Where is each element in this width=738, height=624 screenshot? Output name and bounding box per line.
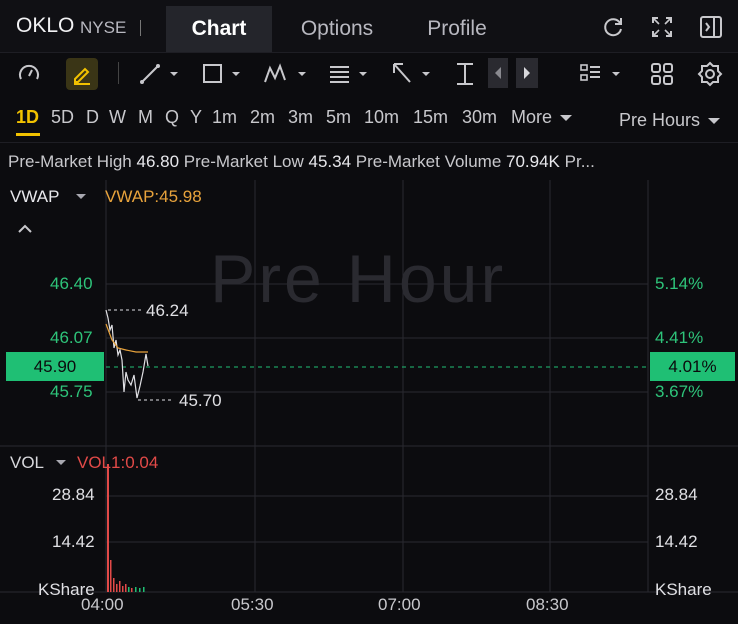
premarket-high-value: 46.80 <box>136 152 180 171</box>
price-line <box>105 309 149 399</box>
tab-profile[interactable]: Profile <box>408 6 506 52</box>
grid-icon[interactable] <box>649 61 675 87</box>
vwap-value: VWAP:45.98 <box>105 187 202 206</box>
volume-unit-label-right: KShare <box>655 580 712 599</box>
period-d[interactable]: D <box>86 107 99 128</box>
premarket-overflow: Pr... <box>564 152 595 171</box>
volume-axis-tick: 28.84 <box>52 485 95 504</box>
time-axis-tick: 04:00 <box>81 595 124 614</box>
period-5m[interactable]: 5m <box>326 107 351 128</box>
period-1m[interactable]: 1m <box>212 107 237 128</box>
tab-chart[interactable]: Chart <box>166 6 272 52</box>
vwap-indicator-row[interactable]: VWAP VWAP:45.98 <box>10 187 202 207</box>
chevron-down-icon <box>560 115 573 121</box>
next-icon <box>524 67 530 79</box>
session-label: Pre Hours <box>619 110 701 130</box>
price-axis-tick: 46.40 <box>50 274 93 293</box>
premarket-summary: Pre-Market High 46.80 Pre-Market Low 45.… <box>8 152 595 172</box>
toolbar-divider-line <box>0 142 738 143</box>
header-divider <box>140 20 141 36</box>
pattern-icon[interactable] <box>262 60 310 88</box>
time-axis-tick: 08:30 <box>526 595 569 614</box>
arrow-icon[interactable] <box>390 60 436 88</box>
period-30m[interactable]: 30m <box>462 107 497 128</box>
pct-axis-tick: 5.14% <box>655 274 704 293</box>
ticker-symbol: OKLO <box>16 14 75 37</box>
period-15m[interactable]: 15m <box>413 107 448 128</box>
indicator-dropdown-icon[interactable] <box>54 458 68 468</box>
volume-axis-tick-right: 28.84 <box>655 485 698 504</box>
prev-icon <box>495 67 501 79</box>
prev-button[interactable] <box>488 58 508 88</box>
period-10m[interactable]: 10m <box>364 107 399 128</box>
period-w[interactable]: W <box>109 107 126 128</box>
volume-bars[interactable] <box>100 460 160 592</box>
session-dropdown[interactable]: Pre Hours <box>619 110 721 131</box>
vwap-indicator-name[interactable]: VWAP <box>10 187 59 206</box>
exchange-label: NYSE <box>80 18 127 37</box>
premarket-low-value: 45.34 <box>308 152 352 171</box>
next-button[interactable] <box>516 58 538 88</box>
active-period-indicator <box>16 133 40 136</box>
layout-list-icon[interactable] <box>578 60 626 88</box>
measure-icon[interactable] <box>452 60 478 88</box>
rectangle-icon[interactable] <box>200 60 246 88</box>
collapse-up-icon[interactable] <box>17 222 33 234</box>
premarket-high-label: Pre-Market High <box>8 152 132 171</box>
premarket-volume-value: 70.94K <box>506 152 560 171</box>
period-y[interactable]: Y <box>190 107 202 128</box>
price-plot[interactable] <box>0 300 738 410</box>
more-label: More <box>511 107 553 127</box>
period-q[interactable]: Q <box>165 107 179 128</box>
period-m[interactable]: M <box>138 107 153 128</box>
period-5d[interactable]: 5D <box>51 107 74 128</box>
session-high-label: 46.24 <box>146 301 189 320</box>
fullscreen-icon[interactable] <box>649 14 675 40</box>
settings-icon[interactable] <box>697 61 723 87</box>
current-price-badge: 45.90 <box>6 352 104 381</box>
volume-axis-tick: 14.42 <box>52 532 95 551</box>
more-periods-button[interactable]: More <box>511 107 573 128</box>
fib-icon[interactable] <box>327 60 373 88</box>
premarket-low-label: Pre-Market Low <box>183 152 304 171</box>
tab-options[interactable]: Options <box>282 6 392 52</box>
period-2m[interactable]: 2m <box>250 107 275 128</box>
current-pct-badge: 4.01% <box>650 352 735 381</box>
volume-axis-tick-right: 14.42 <box>655 532 698 551</box>
time-axis-tick: 05:30 <box>231 595 274 614</box>
time-axis-tick: 07:00 <box>378 595 421 614</box>
period-3m[interactable]: 3m <box>288 107 313 128</box>
refresh-icon[interactable] <box>600 14 626 40</box>
collapse-panel-icon[interactable] <box>698 14 724 40</box>
session-low-label: 45.70 <box>179 391 222 410</box>
indicator-dropdown-icon[interactable] <box>74 192 88 202</box>
chevron-down-icon <box>708 118 721 124</box>
volume-indicator-name[interactable]: VOL <box>10 453 44 472</box>
period-1d[interactable]: 1D <box>16 107 39 128</box>
gauge-icon[interactable] <box>17 62 41 86</box>
toolbar-divider <box>118 62 119 84</box>
trendline-icon[interactable] <box>138 60 184 88</box>
premarket-volume-label: Pre-Market Volume <box>355 152 502 171</box>
pen-icon[interactable] <box>70 62 94 86</box>
volume-indicator-row[interactable]: VOL VOL1:0.04 <box>10 453 158 473</box>
